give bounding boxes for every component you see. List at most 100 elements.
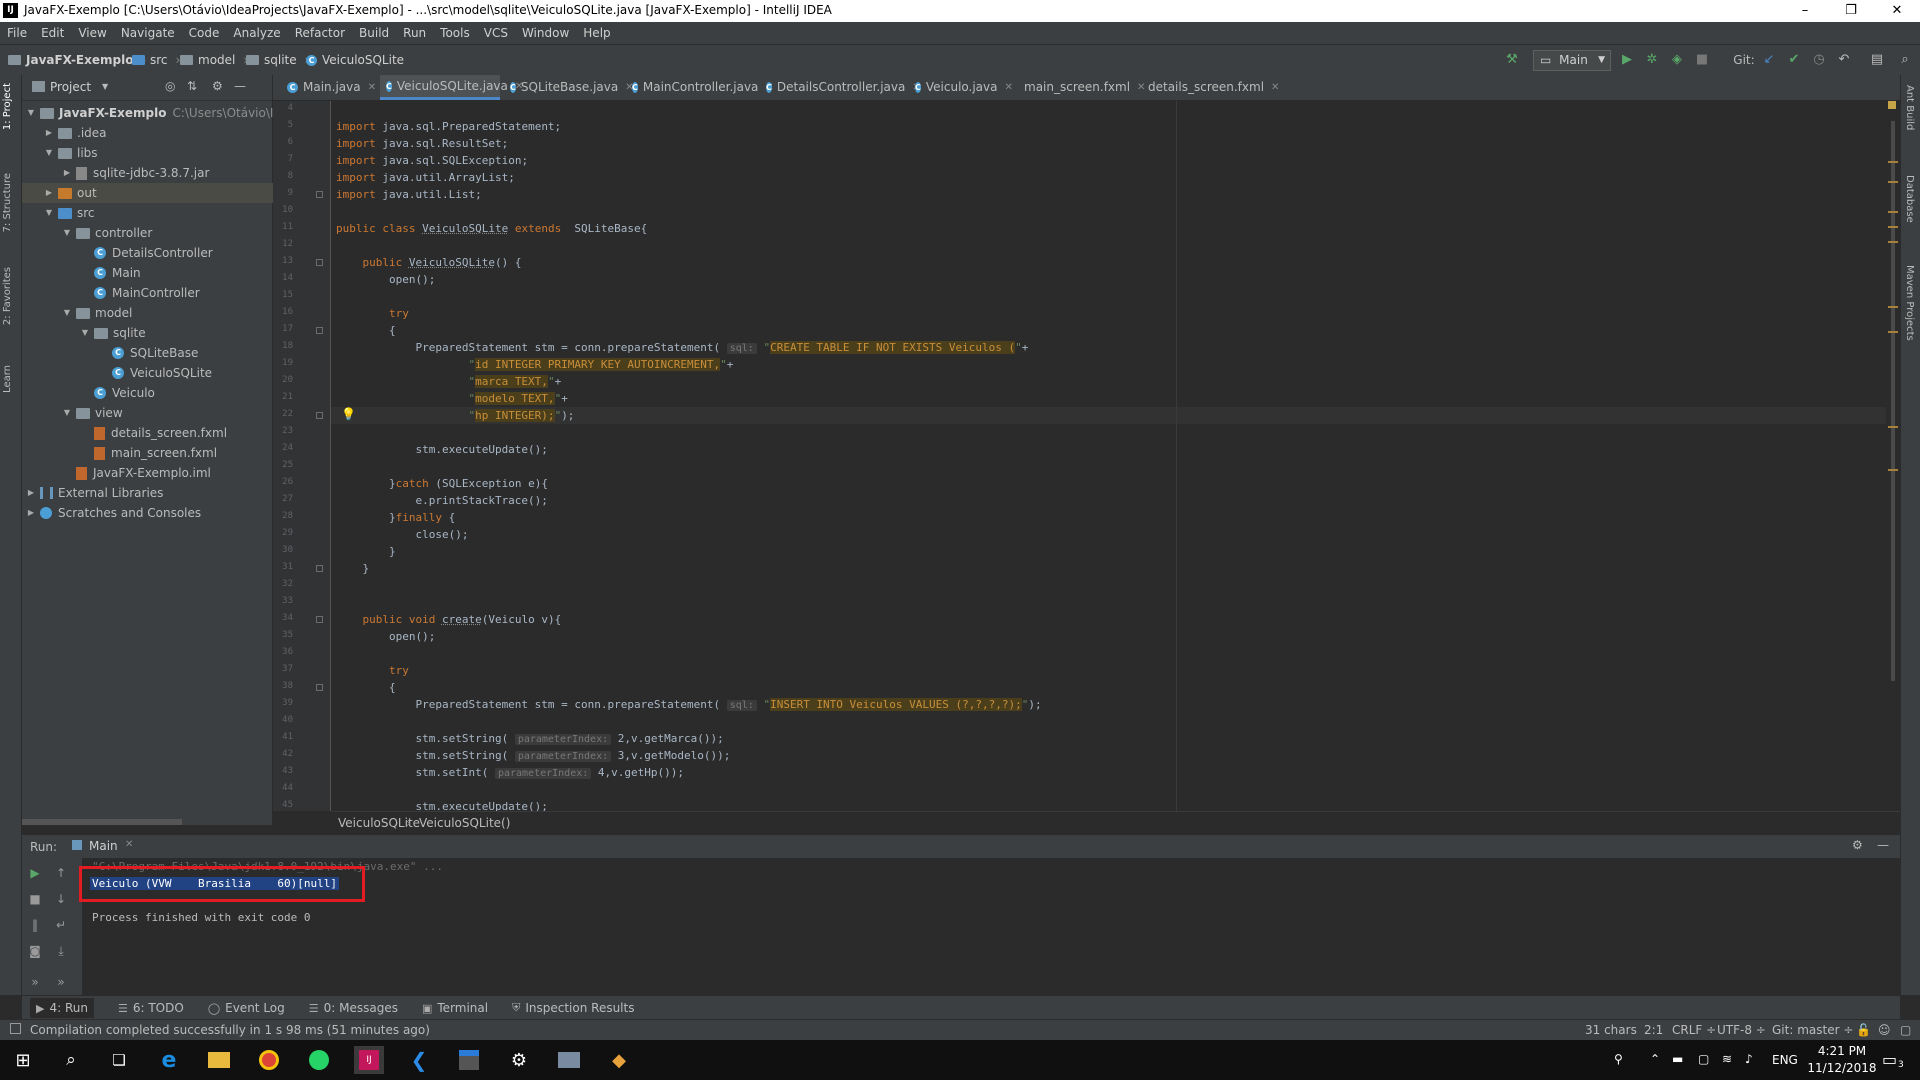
notification-icon[interactable]: ▭	[1882, 1050, 1897, 1069]
run-tab-main[interactable]: Main	[89, 839, 118, 853]
chevron-right-icon[interactable]: ▶	[44, 123, 54, 143]
menu-window[interactable]: Window	[515, 26, 576, 40]
scroll-to-end-icon[interactable]: ⤓	[52, 942, 70, 960]
chevron-down-icon[interactable]: ▼	[44, 143, 54, 163]
chrome-icon[interactable]	[254, 1046, 284, 1074]
windows-start-icon[interactable]: ⊞	[8, 1046, 38, 1074]
tree-item[interactable]: C VeiculoSQLite	[98, 363, 212, 383]
chevron-down-icon[interactable]: ▼	[80, 323, 90, 343]
tree-item[interactable]: ▼ libs	[44, 143, 98, 163]
tree-item[interactable]: C Veiculo	[80, 383, 155, 403]
warning-indicator-icon[interactable]	[1888, 101, 1896, 109]
tree-item[interactable]: C MainController	[80, 283, 200, 303]
hide-panel-icon[interactable]: —	[1877, 838, 1889, 852]
chevron-down-icon[interactable]: ▼	[62, 303, 72, 323]
hide-panel-icon[interactable]: —	[234, 79, 246, 93]
vscode-icon[interactable]: ❮	[404, 1046, 434, 1074]
fold-marker-icon[interactable]	[316, 327, 323, 334]
tree-item[interactable]: details_screen.fxml	[80, 423, 227, 443]
side-tab-maven[interactable]: Maven Projects	[1904, 265, 1915, 341]
menu-file[interactable]: File	[0, 26, 34, 40]
close-icon[interactable]: ✕	[1005, 75, 1013, 100]
revert-icon[interactable]: ↶	[1835, 51, 1853, 69]
file-explorer-icon[interactable]	[204, 1046, 234, 1074]
intellij-taskbar-icon[interactable]: IJ	[354, 1046, 384, 1074]
more-icon[interactable]: »	[26, 973, 44, 991]
menu-refactor[interactable]: Refactor	[288, 26, 352, 40]
vcs-commit-icon[interactable]: ✔	[1785, 51, 1803, 69]
tree-item[interactable]: C SQLiteBase	[98, 343, 198, 363]
search-icon[interactable]: ⌕	[56, 1046, 86, 1074]
editor-scrollbar[interactable]	[1886, 101, 1900, 811]
editor-tab[interactable]: main_screen.fxml ✕	[1013, 75, 1145, 100]
volume-icon[interactable]: ♪	[1745, 1052, 1753, 1066]
menu-code[interactable]: Code	[182, 26, 227, 40]
tree-item[interactable]: ▼ model	[62, 303, 132, 323]
chevron-down-icon[interactable]: ▼	[62, 403, 72, 423]
show-hidden-icons[interactable]: ⌃	[1650, 1052, 1660, 1066]
run-config-select[interactable]: ▭ Main ▼	[1533, 50, 1611, 71]
git-branch[interactable]: Git: master ÷	[1772, 1023, 1853, 1037]
app-icon[interactable]	[554, 1046, 584, 1074]
run-icon[interactable]: ▶	[1618, 51, 1636, 69]
history-icon[interactable]: ◷	[1810, 51, 1828, 69]
calculator-icon[interactable]	[454, 1046, 484, 1074]
settings-gear-icon[interactable]: ⚙	[504, 1046, 534, 1074]
tool-tab[interactable]: ▣ Terminal	[422, 1001, 488, 1015]
editor-tab[interactable]: C Veiculo.java ✕	[909, 75, 1013, 100]
breadcrumb-project[interactable]: JavaFX-Exemplo›	[8, 53, 146, 67]
soft-wrap-icon[interactable]: ↵	[52, 916, 70, 934]
gear-icon[interactable]: ⚙	[212, 79, 223, 93]
tree-item[interactable]: ▶ Scratches and Consoles	[26, 503, 201, 523]
editor-tab[interactable]: CDetailsController.java✕	[760, 75, 921, 100]
fold-marker-icon[interactable]	[316, 259, 323, 266]
tree-item[interactable]: C DetailsController	[80, 243, 213, 263]
people-icon[interactable]: ⚲	[1614, 1052, 1623, 1066]
breadcrumb-model[interactable]: model›	[180, 53, 248, 67]
menu-vcs[interactable]: VCS	[477, 26, 515, 40]
breadcrumb-sqlite[interactable]: sqlite›	[246, 53, 309, 67]
fold-marker-icon[interactable]	[316, 616, 323, 623]
breadcrumb-src[interactable]: src ›	[132, 53, 180, 67]
tree-item[interactable]: JavaFX-Exemplo.iml	[62, 463, 211, 483]
menu-edit[interactable]: Edit	[34, 26, 71, 40]
camera-icon[interactable]: ◙	[26, 942, 44, 960]
run-console[interactable]: ▶ ↑ ■ ↓ ‖ ↵ ◙ ⤓ » » "C:\Program Files\Ja…	[22, 858, 1900, 995]
tree-item[interactable]: ▼ JavaFX-Exemplo C:\Users\Otávio\IdeaP	[26, 103, 303, 123]
vcs-update-icon[interactable]: ↙	[1760, 51, 1778, 69]
close-icon[interactable]: ✕	[1271, 75, 1279, 100]
close-icon[interactable]: ✕	[125, 839, 133, 850]
side-tab-project[interactable]: 1: Project	[2, 83, 13, 130]
tree-item[interactable]: main_screen.fxml	[80, 443, 217, 463]
git-kraken-icon[interactable]: ◆	[604, 1046, 634, 1074]
menu-tools[interactable]: Tools	[433, 26, 477, 40]
tool-tab[interactable]: ⛨ Inspection Results	[512, 1001, 634, 1015]
tree-item[interactable]: ▼ view	[62, 403, 123, 423]
code-editor[interactable]: import java.sql.PreparedStatement; import…	[331, 101, 1886, 811]
editor-tab[interactable]: C Main.java ✕	[281, 75, 376, 100]
search-icon[interactable]: ⌕	[1896, 51, 1914, 69]
restore-button[interactable]: ❐	[1828, 0, 1874, 22]
tree-item[interactable]: ▼ sqlite	[80, 323, 146, 343]
locate-icon[interactable]: ◎	[165, 79, 175, 93]
tree-item[interactable]: ▶ out	[22, 183, 294, 203]
whatsapp-icon[interactable]	[304, 1046, 334, 1074]
tree-item[interactable]: C Main	[80, 263, 141, 283]
language-indicator[interactable]: ENG	[1772, 1053, 1798, 1067]
close-button[interactable]: ✕	[1874, 0, 1920, 22]
editor-tab[interactable]: C SQLiteBase.java ✕	[504, 75, 634, 100]
chevron-right-icon[interactable]: ▶	[26, 483, 36, 503]
editor-tab[interactable]: C VeiculoSQLite.java ✕	[380, 75, 523, 100]
chevron-down-icon[interactable]: ▼	[44, 203, 54, 223]
pause-icon[interactable]: ‖	[26, 916, 44, 934]
chevron-right-icon[interactable]: ▶	[44, 183, 54, 203]
stop-icon[interactable]: ■	[1693, 51, 1711, 69]
scrollbar-thumb[interactable]	[1891, 121, 1895, 681]
chevron-down-icon[interactable]: ▼	[62, 223, 72, 243]
chevron-right-icon[interactable]: ▶	[62, 163, 72, 183]
network-device-icon[interactable]: ▬	[1672, 1052, 1683, 1066]
editor-tab[interactable]: details_screen.fxml ✕	[1137, 75, 1279, 100]
tree-item[interactable]: ▶ External Libraries	[26, 483, 164, 503]
tool-tab[interactable]: ☰ 6: TODO	[118, 1001, 184, 1015]
build-hammer-icon[interactable]: ⚒	[1503, 51, 1521, 69]
